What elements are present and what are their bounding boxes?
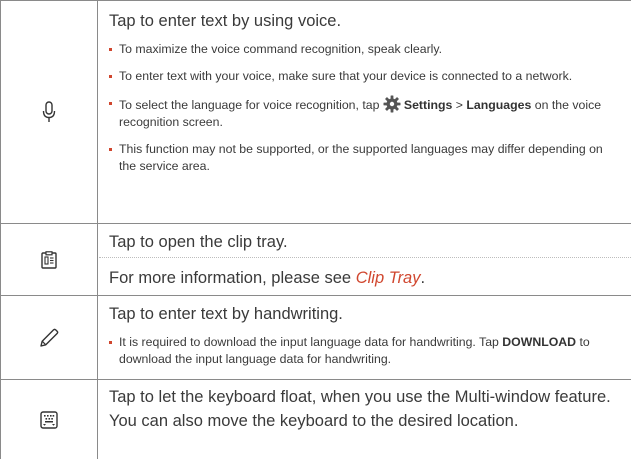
clip-tray-row: Tap to open the clip tray. For more info…	[0, 223, 631, 295]
languages-label: Languages	[466, 98, 532, 112]
voice-icon-cell	[0, 1, 98, 223]
handwriting-main-text: Tap to enter text by handwriting.	[109, 305, 343, 323]
list-item: To select the language for voice recogni…	[109, 95, 619, 131]
floating-keyboard-description: Tap to let the keyboard float, when you …	[99, 380, 631, 459]
clip-tray-link[interactable]: Clip Tray	[356, 269, 421, 287]
bullet-text: It is required to download the input lan…	[119, 335, 503, 349]
list-item: To maximize the voice command recognitio…	[109, 41, 619, 58]
clip-description: Tap to open the clip tray. For more info…	[99, 224, 631, 295]
clip-icon-cell	[0, 224, 98, 295]
clip-more-text: For more information, please see Clip Tr…	[109, 266, 619, 290]
separator-text: >	[452, 98, 467, 112]
handwriting-description: Tap to enter text by handwriting. It is …	[99, 296, 631, 379]
voice-row: Tap to enter text by using voice. To max…	[0, 0, 631, 223]
floating-keyboard-icon	[40, 410, 58, 429]
handwriting-icon-cell	[0, 296, 98, 379]
pencil-icon	[39, 328, 59, 348]
list-item: To enter text with your voice, make sure…	[109, 68, 619, 85]
more-info-text: For more information, please see	[109, 269, 356, 287]
floating-keyboard-main-text: Tap to let the keyboard float, when you …	[109, 388, 611, 430]
download-label: DOWNLOAD	[502, 335, 577, 349]
voice-description: Tap to enter text by using voice. To max…	[99, 1, 631, 223]
voice-main-text: Tap to enter text by using voice.	[109, 12, 342, 30]
clip-main-text: Tap to open the clip tray.	[109, 233, 288, 251]
floating-keyboard-icon-cell	[0, 380, 98, 459]
list-item: This function may not be supported, or t…	[109, 141, 619, 175]
handwriting-row: Tap to enter text by handwriting. It is …	[0, 295, 631, 379]
list-item: It is required to download the input lan…	[109, 334, 619, 368]
clipboard-icon	[41, 250, 57, 269]
microphone-icon	[42, 101, 56, 123]
settings-label: Settings	[403, 98, 453, 112]
row-divider	[99, 257, 631, 258]
more-info-suffix: .	[420, 269, 426, 287]
gear-icon	[383, 95, 401, 113]
bullet-text: To select the language for voice recogni…	[119, 98, 383, 112]
floating-keyboard-row: Tap to let the keyboard float, when you …	[0, 379, 631, 459]
